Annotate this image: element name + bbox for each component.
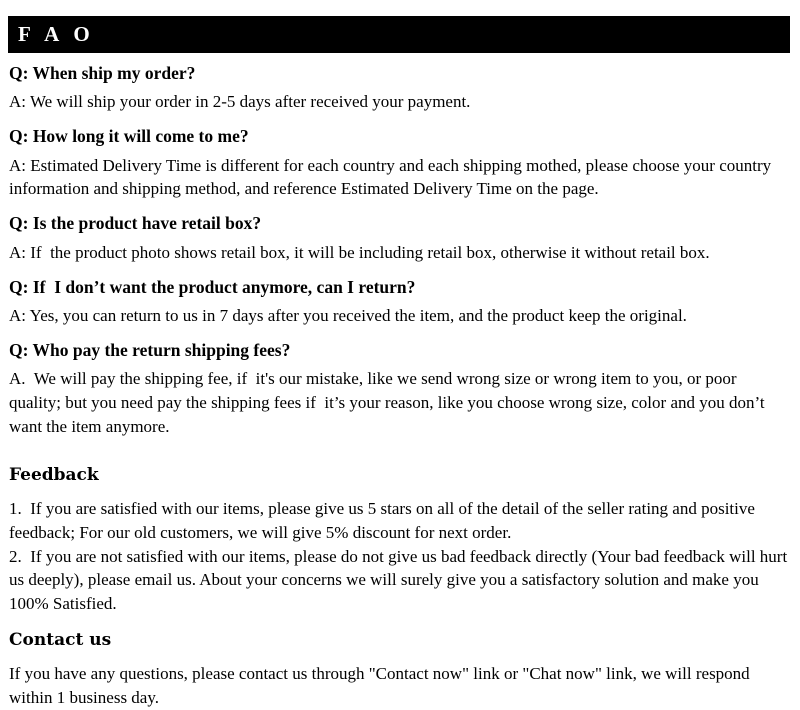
faq-item: Q: If I don’t want the product anymore, … [9, 276, 791, 328]
faq-item: Q: Who pay the return shipping fees? A. … [9, 339, 791, 439]
contact-section: Contact us If you have any questions, pl… [9, 630, 791, 710]
feedback-section: Feedback 1. If you are satisfied with ou… [9, 465, 791, 616]
faq-question: Q: Is the product have retail box? [9, 213, 262, 234]
faq-page: F A O Q: When ship my order? A: We will … [0, 0, 800, 707]
faq-item: Q: When ship my order? A: We will ship y… [9, 62, 791, 114]
page-title: F A O [18, 22, 95, 46]
faq-content: Q: When ship my order? A: We will ship y… [9, 62, 791, 710]
faq-answer: A: Yes, you can return to us in 7 days a… [9, 305, 687, 325]
faq-question: Q: Who pay the return shipping fees? [9, 339, 291, 360]
faq-header-banner: F A O [8, 16, 790, 53]
faq-question: Q: If I don’t want the product anymore, … [9, 276, 416, 297]
faq-answer: A: If the product photo shows retail box… [9, 242, 710, 262]
faq-question: Q: How long it will come to me? [9, 126, 249, 147]
contact-heading: Contact us [9, 629, 112, 650]
faq-answer: A. We will pay the shipping fee, if it's… [9, 369, 769, 436]
feedback-heading: Feedback [9, 464, 99, 485]
faq-item: Q: Is the product have retail box? A: If… [9, 212, 791, 264]
feedback-paragraph: 1. If you are satisfied with our items, … [9, 498, 760, 542]
feedback-paragraph: 2. If you are not satisfied with our ite… [9, 546, 792, 614]
contact-paragraph: If you have any questions, please contac… [9, 664, 754, 708]
faq-item: Q: How long it will come to me? A: Estim… [9, 125, 791, 201]
faq-answer: A: We will ship your order in 2-5 days a… [9, 92, 471, 112]
faq-question: Q: When ship my order? [9, 63, 196, 83]
faq-answer: A: Estimated Delivery Time is different … [9, 155, 776, 199]
